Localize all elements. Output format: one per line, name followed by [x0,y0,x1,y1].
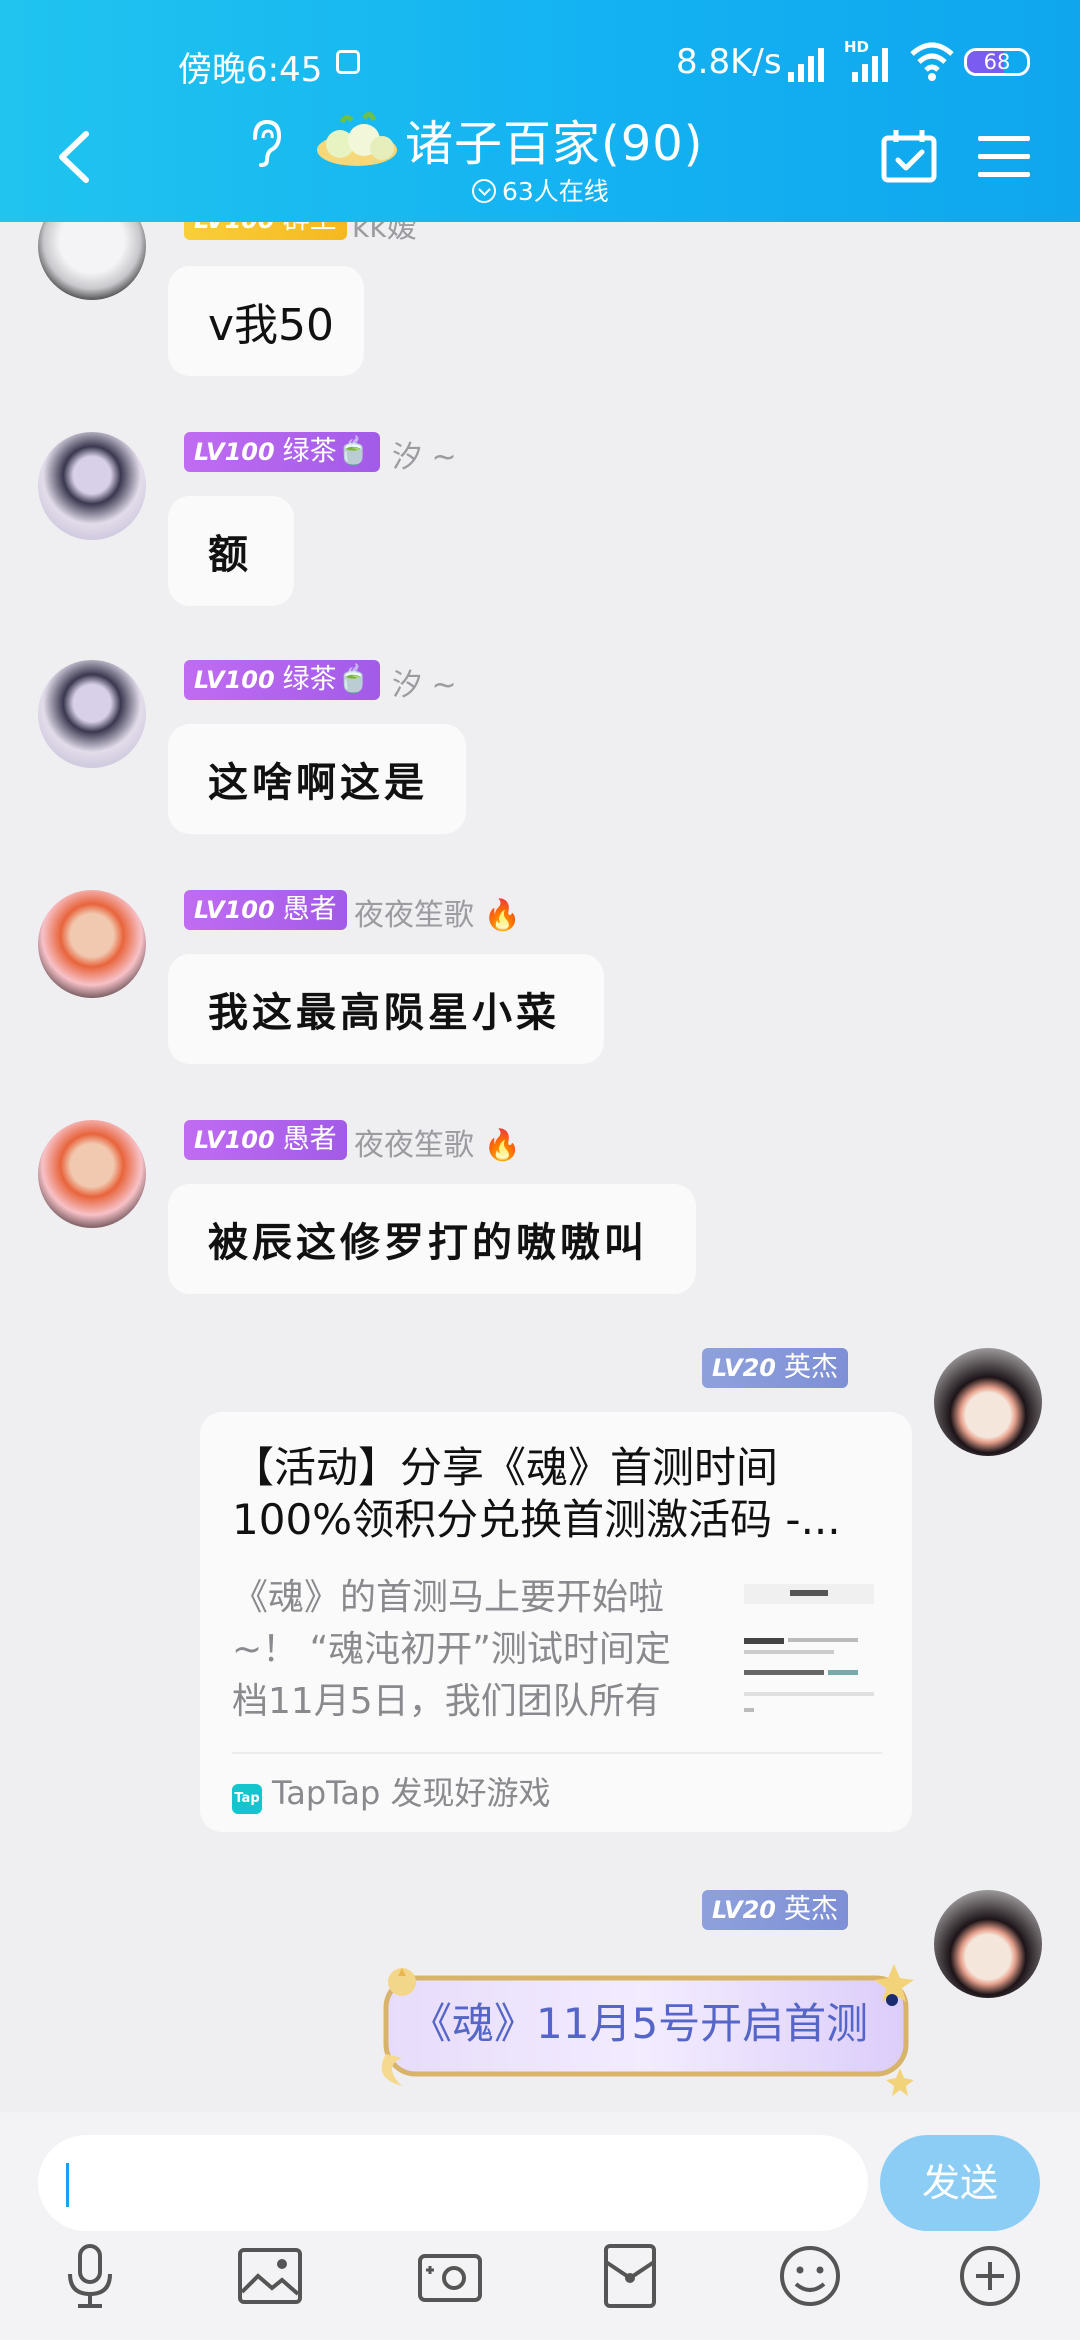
member-badge: LV20 英杰 [702,1890,848,1930]
chevron-down-icon [472,179,496,203]
message-text: 《魂》11月5号开启首测 [410,1999,869,2048]
message-bubble[interactable]: 我这最高陨星小菜 [168,954,604,1064]
member-badge: LV100 愚者 [184,890,347,930]
text-caret [66,2163,69,2207]
network-speed: 8.8K/s [676,42,782,82]
avatar[interactable] [38,1120,146,1228]
avatar[interactable] [38,660,146,768]
menu-icon[interactable] [978,136,1030,178]
member-badge: LV100 愚者 [184,1120,347,1160]
message-bubble[interactable]: 额 [168,496,294,606]
member-badge: LV100 绿茶🍵 [184,660,381,700]
fire-icon: 🔥 [483,898,521,933]
calendar-icon[interactable] [880,128,938,184]
member-badge: LV100群主 [184,222,347,240]
share-card-divider [232,1752,882,1754]
message-text: 这啥啊这是 [208,759,428,806]
red-packet-icon[interactable] [596,2242,664,2310]
share-card-thumbnail [738,1578,880,1728]
wifi-icon [910,42,954,81]
image-icon[interactable] [236,2242,304,2310]
input-bar: 发送 [0,2112,1080,2340]
message-text: v我50 [208,300,335,351]
share-card[interactable]: 【活动】分享《魂》首测时间100%领积分兑换首测激活码 -... 《魂》的首测马… [200,1412,912,1832]
share-card-title: 【活动】分享《魂》首测时间100%领积分兑换首测激活码 -... [232,1443,841,1544]
avatar[interactable] [38,890,146,998]
avatar[interactable] [38,432,146,540]
member-badge: LV20 英杰 [702,1348,848,1388]
emoji-icon[interactable] [776,2242,844,2310]
online-count-label: 63人在线 [502,177,609,206]
send-button[interactable]: 发送 [880,2135,1040,2231]
share-card-description: 《魂》的首测马上要开始啦~！ “魂沌初开”测试时间定档11月5日，我们团队所有人… [232,1577,671,1722]
chat-header: 傍晚6:45 8.8K/s HD 68 诸子百家(90) 63人在线 [0,0,1080,222]
member-nickname[interactable]: 夜夜笙歌 🔥 [354,1120,521,1164]
member-nickname[interactable]: 汐 ~ [392,432,457,476]
message-bubble[interactable]: v我50 [168,266,364,376]
group-icon [317,112,397,166]
group-title[interactable]: 诸子百家(90) [405,104,704,174]
ear-icon[interactable] [245,118,285,168]
message-input[interactable] [38,2135,868,2231]
self-avatar[interactable] [934,1890,1042,1998]
message-text: 我这最高陨星小菜 [208,989,560,1036]
message-text: 额 [208,531,252,578]
taptap-icon: Tap [232,1784,262,1814]
status-time: 傍晚6:45 [178,50,323,90]
self-avatar[interactable] [934,1348,1042,1456]
member-nickname[interactable]: 汐 ~ [392,660,457,704]
status-bar: 傍晚6:45 8.8K/s HD 68 [0,30,1080,96]
avatar[interactable] [38,222,146,300]
sim-icon [336,50,360,74]
fire-icon: 🔥 [483,1128,521,1163]
member-nickname[interactable]: kk嫒 [352,222,417,246]
message-text: 被辰这修罗打的嗷嗷叫 [208,1219,648,1266]
camera-icon[interactable] [416,2242,484,2310]
mic-icon[interactable] [56,2242,124,2310]
share-card-source: Tap TapTap 发现好游戏 [232,1768,551,1814]
member-nickname[interactable]: 夜夜笙歌 🔥 [354,890,521,934]
signal-icon [788,48,824,82]
battery-indicator: 68 [964,48,1030,76]
plus-icon[interactable] [956,2242,1024,2310]
signal-icon-2 [852,48,888,82]
message-list[interactable]: LV100群主 kk嫒 v我50 LV100绿茶🍵 汐 ~ 额 LV100绿茶🍵… [0,222,1080,2112]
message-bubble[interactable]: 这啥啊这是 [168,724,466,834]
message-bubble[interactable]: 被辰这修罗打的嗷嗷叫 [168,1184,696,1294]
member-badge: LV100 绿茶🍵 [184,432,381,472]
online-count[interactable]: 63人在线 [472,172,609,208]
back-icon[interactable] [50,128,100,186]
